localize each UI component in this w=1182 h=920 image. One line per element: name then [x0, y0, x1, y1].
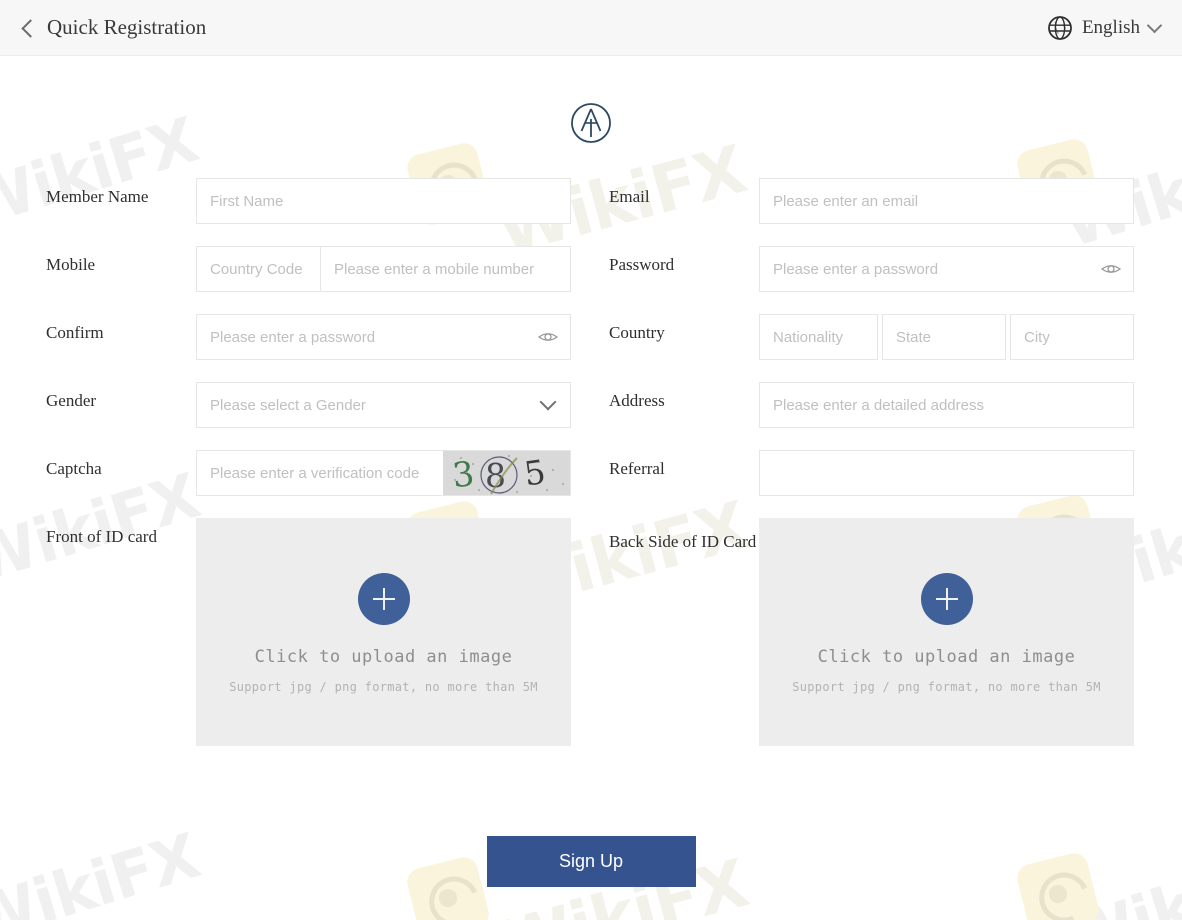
label-address: Address — [609, 391, 665, 410]
label-gender: Gender — [46, 391, 97, 410]
id-back-upload-hint: Support jpg / png format, no more than 5… — [792, 680, 1101, 694]
label-member-name: Member Name — [46, 187, 149, 206]
referral-input[interactable] — [759, 450, 1134, 496]
captcha-image[interactable]: 3 8 5 — [443, 451, 570, 496]
nationality-input[interactable]: Nationality — [759, 314, 878, 360]
field-row-captcha: Captcha Please enter a verification code… — [46, 450, 571, 496]
captcha-input[interactable]: Please enter a verification code 3 8 5 — [196, 450, 571, 496]
id-front-upload-area[interactable]: Click to upload an image Support jpg / p… — [196, 518, 571, 746]
country-code-input[interactable]: Country Code — [196, 246, 320, 292]
eye-icon[interactable] — [538, 330, 558, 344]
chevron-down-icon[interactable] — [539, 393, 557, 411]
label-id-front: Front of ID card — [46, 527, 157, 546]
sign-up-button[interactable]: Sign Up — [486, 836, 696, 887]
language-selector[interactable]: English — [1047, 15, 1163, 41]
field-row-referral: Referral — [609, 450, 1134, 496]
submit-area: Sign Up — [0, 836, 1182, 887]
chevron-down-icon[interactable] — [1146, 17, 1163, 33]
confirm-password-placeholder: Please enter a password — [210, 328, 376, 346]
password-input[interactable]: Please enter a password — [759, 246, 1134, 292]
plus-circle-icon[interactable] — [920, 573, 973, 625]
label-password: Password — [609, 255, 675, 274]
eye-icon[interactable] — [1101, 262, 1121, 276]
circle-a-monogram-logo — [571, 103, 611, 143]
field-row-password: Password Please enter a password — [609, 246, 1134, 292]
label-captcha: Captcha — [46, 459, 102, 478]
brand-logo — [0, 100, 1182, 162]
language-label: English — [1081, 16, 1140, 38]
city-input[interactable]: City — [1010, 314, 1134, 360]
globe-icon — [1048, 15, 1072, 40]
back-button[interactable]: Quick Registration — [21, 15, 207, 40]
plus-circle-icon[interactable] — [357, 573, 410, 625]
field-row-email: Email Please enter an email — [609, 178, 1134, 224]
gender-placeholder: Please select a Gender — [210, 396, 366, 414]
id-back-upload-text: Click to upload an image — [817, 647, 1076, 667]
svg-text:3: 3 — [450, 454, 476, 496]
id-back-upload-area[interactable]: Click to upload an image Support jpg / p… — [759, 518, 1134, 746]
label-referral: Referral — [609, 459, 665, 478]
address-input[interactable]: Please enter a detailed address — [759, 382, 1134, 428]
mobile-number-input[interactable]: Please enter a mobile number — [320, 246, 571, 292]
label-id-back: Back Side of ID Card — [609, 532, 757, 551]
state-input[interactable]: State — [882, 314, 1006, 360]
first-name-input[interactable]: First Name — [196, 178, 571, 224]
label-mobile: Mobile — [46, 255, 96, 274]
id-front-upload-hint: Support jpg / png format, no more than 5… — [229, 680, 538, 694]
field-row-id-front: Front of ID card Click to upload an imag… — [46, 518, 571, 746]
password-placeholder: Please enter a password — [773, 260, 939, 278]
gender-select[interactable]: Please select a Gender — [196, 382, 571, 428]
field-row-gender: Gender Please select a Gender — [46, 382, 571, 428]
registration-form: Member Name First Name Mobile Country Co… — [0, 56, 1182, 746]
page-header: Quick Registration English — [0, 0, 1182, 56]
field-row-member-name: Member Name First Name — [46, 178, 571, 224]
field-row-country: Country Nationality State City — [609, 314, 1134, 360]
label-confirm: Confirm — [46, 323, 104, 342]
back-chevron-icon[interactable] — [21, 18, 40, 38]
label-email: Email — [609, 187, 650, 206]
field-row-id-back: Back Side of ID Card Click to upload an … — [609, 518, 1134, 746]
confirm-password-input[interactable]: Please enter a password — [196, 314, 571, 360]
id-front-upload-text: Click to upload an image — [254, 647, 513, 667]
field-row-address: Address Please enter a detailed address — [609, 382, 1134, 428]
field-row-confirm: Confirm Please enter a password — [46, 314, 571, 360]
email-input[interactable]: Please enter an email — [759, 178, 1134, 224]
field-row-mobile: Mobile Country Code Please enter a mobil… — [46, 246, 571, 292]
page-title: Quick Registration — [47, 15, 207, 39]
captcha-placeholder: Please enter a verification code — [210, 464, 420, 482]
label-country: Country — [609, 323, 665, 342]
